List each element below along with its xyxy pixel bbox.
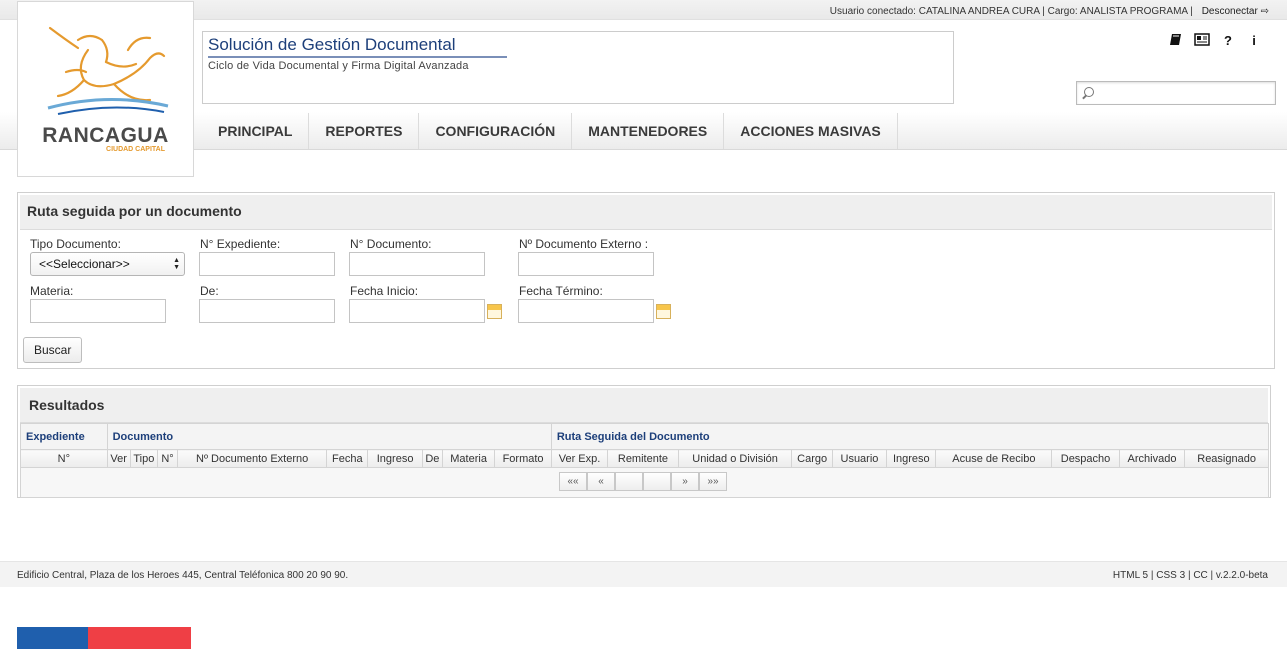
- flag-stripe: [17, 627, 191, 649]
- expediente-input[interactable]: [199, 252, 335, 276]
- col-formato[interactable]: Formato: [494, 449, 552, 468]
- app-subtitle: Ciclo de Vida Documental y Firma Digital…: [208, 60, 469, 72]
- col-documento-externo[interactable]: Nº Documento Externo: [177, 449, 328, 468]
- menu-reportes[interactable]: REPORTES: [309, 113, 420, 149]
- form-title: Ruta seguida por un documento: [20, 195, 1272, 230]
- col-fecha[interactable]: Fecha: [326, 449, 369, 468]
- logout-link[interactable]: Desconectar ⇨: [1202, 6, 1269, 17]
- de-input[interactable]: [199, 299, 335, 323]
- pager-first-button[interactable]: ««: [559, 472, 587, 491]
- col-acuse-recibo[interactable]: Acuse de Recibo: [935, 449, 1053, 468]
- logout-icon: ⇨: [1260, 6, 1269, 17]
- documento-input[interactable]: [349, 252, 485, 276]
- results-title: Resultados: [20, 388, 1268, 423]
- news-icon[interactable]: [1194, 33, 1210, 49]
- tipo-documento-label: Tipo Documento:: [30, 237, 121, 251]
- documento-externo-input[interactable]: [518, 252, 654, 276]
- col-documento-numero[interactable]: N°: [156, 449, 179, 468]
- col-usuario[interactable]: Usuario: [831, 449, 888, 468]
- col-cargo[interactable]: Cargo: [791, 449, 833, 468]
- col-materia[interactable]: Materia: [441, 449, 496, 468]
- fecha-inicio-calendar-icon[interactable]: [487, 304, 502, 319]
- info-icon[interactable]: i: [1246, 33, 1262, 49]
- main-menu: PRINCIPAL REPORTES CONFIGURACIÓN MANTENE…: [202, 113, 898, 149]
- horseman-logo-icon: [47, 26, 169, 115]
- logo-subtitle: CIUDAD CAPITAL: [106, 146, 165, 153]
- menu-principal[interactable]: PRINCIPAL: [202, 113, 310, 149]
- documento-externo-label: Nº Documento Externo :: [519, 237, 649, 251]
- col-reasignado[interactable]: Reasignado: [1184, 449, 1269, 468]
- search-icon: [1084, 87, 1094, 97]
- flag-blue: [17, 627, 88, 649]
- column-groups-row: Expediente Documento Ruta Seguida del Do…: [20, 423, 1270, 450]
- select-arrows-icon: ▲ ▼: [173, 257, 180, 271]
- fecha-inicio-input[interactable]: [349, 299, 485, 323]
- app-header: Solución de Gestión Documental Ciclo de …: [202, 31, 954, 104]
- col-remitente[interactable]: Remitente: [607, 449, 679, 468]
- pager-page-box-2: [643, 472, 671, 491]
- menu-acciones-masivas[interactable]: ACCIONES MASIVAS: [724, 113, 898, 149]
- help-icon[interactable]: ?: [1220, 33, 1236, 49]
- col-tipo[interactable]: Tipo: [129, 449, 158, 468]
- user-info-text: Usuario conectado: CATALINA ANDREA CURA …: [829, 6, 1193, 17]
- global-search: [1076, 81, 1276, 105]
- menu-mantenedores[interactable]: MANTENEDORES: [572, 113, 725, 149]
- col-expediente-numero[interactable]: N°: [20, 449, 108, 468]
- logo-name: RANCAGUA: [42, 124, 169, 147]
- footer-tech: HTML 5 | CSS 3 | CC | v.2.2.0-beta: [1112, 570, 1268, 581]
- documento-label: N° Documento:: [350, 237, 432, 251]
- flag-red: [88, 627, 191, 649]
- col-ver-exp[interactable]: Ver Exp.: [550, 449, 609, 468]
- group-expediente: Expediente: [20, 423, 108, 450]
- col-unidad-division[interactable]: Unidad o División: [677, 449, 793, 468]
- search-input[interactable]: [1099, 84, 1269, 102]
- col-ingreso-ruta[interactable]: Ingreso: [886, 449, 937, 468]
- results-panel: Resultados Expediente Documento Ruta Seg…: [17, 385, 1271, 498]
- tipo-documento-select[interactable]: <<Seleccionar>> ▲ ▼: [30, 252, 185, 276]
- col-ingreso[interactable]: Ingreso: [367, 449, 423, 468]
- de-label: De:: [200, 284, 219, 298]
- app-title: Solución de Gestión Documental: [208, 35, 507, 58]
- fecha-termino-calendar-icon[interactable]: [656, 304, 671, 319]
- footer-address: Edificio Central, Plaza de los Heroes 44…: [17, 570, 349, 581]
- pager-page-box: [615, 472, 643, 491]
- pager-last-button[interactable]: »»: [699, 472, 727, 491]
- buscar-button[interactable]: Buscar: [23, 337, 83, 363]
- search-form-panel: Ruta seguida por un documento Tipo Docum…: [17, 192, 1275, 369]
- col-ver[interactable]: Ver: [106, 449, 131, 468]
- group-ruta: Ruta Seguida del Documento: [550, 423, 1270, 450]
- col-de[interactable]: De: [421, 449, 443, 468]
- column-headers-row: N° Ver Tipo N° Nº Documento Externo Fech…: [20, 449, 1269, 468]
- pager: «« « » »»: [559, 472, 727, 491]
- col-archivado[interactable]: Archivado: [1118, 449, 1186, 468]
- expediente-label: N° Expediente:: [200, 237, 281, 251]
- fecha-termino-label: Fecha Término:: [519, 284, 603, 298]
- materia-input[interactable]: [30, 299, 166, 323]
- logo[interactable]: RANCAGUA CIUDAD CAPITAL: [17, 1, 194, 177]
- fecha-termino-input[interactable]: [518, 299, 654, 323]
- tool-icons: ? i: [1168, 33, 1262, 49]
- fecha-inicio-label: Fecha Inicio:: [350, 284, 419, 298]
- group-documento: Documento: [106, 423, 552, 450]
- pager-next-button[interactable]: »: [671, 472, 699, 491]
- menu-configuracion[interactable]: CONFIGURACIÓN: [419, 113, 573, 149]
- footer: Edificio Central, Plaza de los Heroes 44…: [0, 561, 1287, 587]
- materia-label: Materia:: [30, 284, 74, 298]
- user-info: Usuario conectado: CATALINA ANDREA CURA …: [830, 6, 1269, 17]
- book-icon[interactable]: [1168, 33, 1184, 49]
- pager-prev-button[interactable]: «: [587, 472, 615, 491]
- col-despacho[interactable]: Despacho: [1051, 449, 1120, 468]
